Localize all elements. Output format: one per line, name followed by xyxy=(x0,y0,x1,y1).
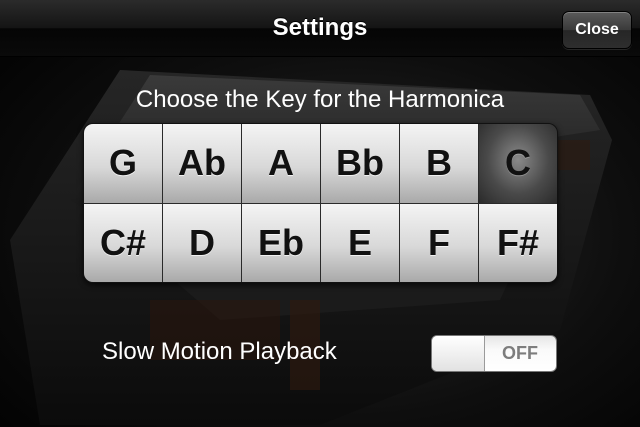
key-button-a[interactable]: A xyxy=(242,124,320,203)
slow-motion-toggle[interactable]: OFF xyxy=(431,335,557,372)
slow-motion-label: Slow Motion Playback xyxy=(102,338,337,365)
toggle-state-text: OFF xyxy=(502,343,538,363)
key-button-d[interactable]: D xyxy=(163,203,241,282)
key-button-ab[interactable]: Ab xyxy=(163,124,241,203)
key-selector-grid: G Ab A Bb B C C# D Eb E F F# xyxy=(83,123,558,283)
key-button-e[interactable]: E xyxy=(321,203,399,282)
key-button-b[interactable]: B xyxy=(400,124,478,203)
key-section-label: Choose the Key for the Harmonica xyxy=(135,86,505,113)
key-button-eb[interactable]: Eb xyxy=(242,203,320,282)
page-title: Settings xyxy=(272,14,368,41)
close-button[interactable]: Close xyxy=(562,11,632,49)
key-button-g[interactable]: G xyxy=(84,124,162,203)
key-button-f[interactable]: F xyxy=(400,203,478,282)
key-button-f-sharp[interactable]: F# xyxy=(479,203,557,282)
key-button-c-selected[interactable]: C xyxy=(479,124,557,203)
navigation-bar: Settings Close xyxy=(0,0,640,57)
key-button-bb[interactable]: Bb xyxy=(321,124,399,203)
key-button-c-sharp[interactable]: C# xyxy=(84,203,162,282)
toggle-knob[interactable] xyxy=(432,336,485,371)
settings-screen: Settings Close Choose the Key for the Ha… xyxy=(0,0,640,427)
